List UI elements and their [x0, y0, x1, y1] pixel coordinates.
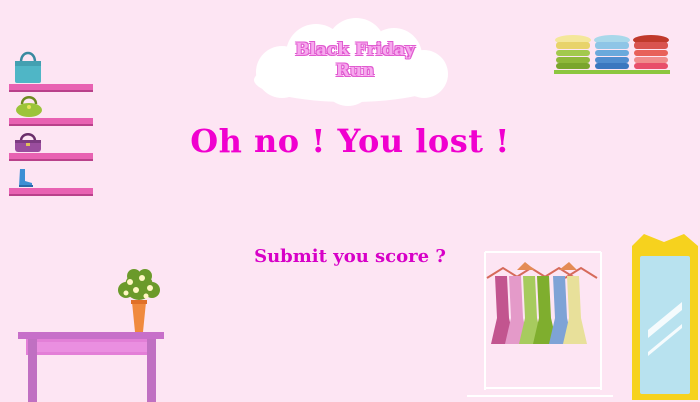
shelf-2 — [9, 118, 93, 126]
handbag-icon — [16, 96, 42, 117]
clothes-rack-icon — [467, 251, 613, 397]
game-title-line1: Black Friday — [295, 40, 415, 60]
submit-score-link[interactable]: Submit you score ? — [232, 246, 468, 267]
game-over-headline: Oh no ! You lost ! — [190, 122, 510, 160]
mirror-icon — [632, 234, 698, 400]
shelf-4 — [9, 188, 93, 196]
shelf-1 — [9, 84, 93, 92]
shelf-3 — [9, 153, 93, 161]
flower-pot-icon — [118, 269, 160, 332]
table-icon — [18, 332, 164, 402]
game-title: Black Friday Run — [262, 40, 448, 82]
boot-icon — [19, 169, 33, 187]
game-title-line2: Run — [335, 61, 375, 81]
handbag-icon — [15, 51, 41, 83]
purse-icon — [15, 133, 41, 152]
game-scene: Black Friday Run Oh no ! You lost ! Subm… — [0, 0, 700, 402]
folded-clothes-icon — [554, 35, 670, 74]
